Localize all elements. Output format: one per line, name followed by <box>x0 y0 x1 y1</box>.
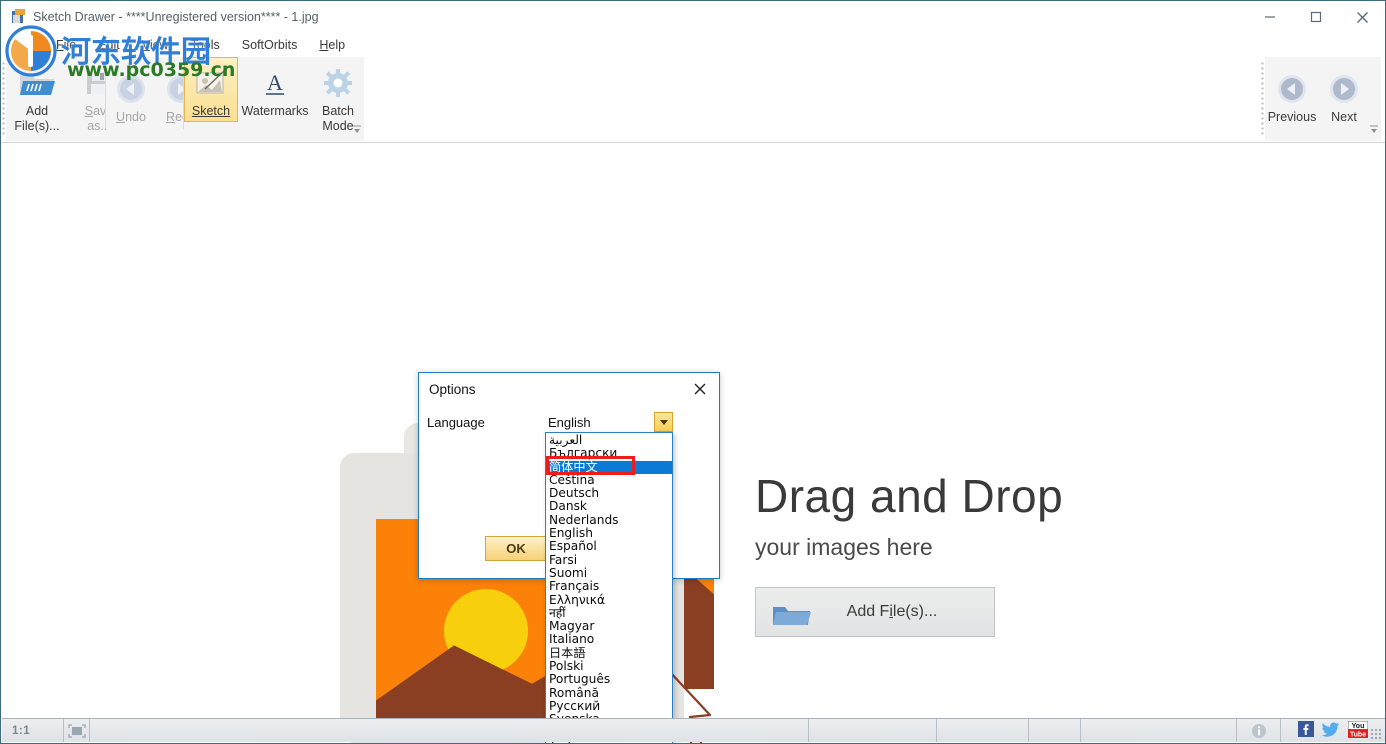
minimize-button[interactable] <box>1247 1 1293 33</box>
language-option[interactable]: Polski <box>546 659 672 673</box>
sketch-pencil-icon <box>194 64 228 102</box>
chevron-down-icon[interactable] <box>654 412 673 432</box>
menu-item-edit[interactable]: Edit <box>87 36 131 54</box>
watermarks-label: Watermarks <box>241 104 309 118</box>
youtube-icon[interactable]: You Tube <box>1347 720 1369 741</box>
previous-button[interactable]: Previous <box>1265 57 1319 128</box>
resize-grip-icon[interactable] <box>1370 728 1382 740</box>
language-option[interactable]: Suomi <box>546 566 672 580</box>
sketch-button[interactable]: Sketch <box>184 57 238 122</box>
gear-icon <box>323 64 353 102</box>
language-option[interactable]: 日本語 <box>546 646 672 660</box>
svg-text:A: A <box>267 70 283 95</box>
dialog-close-icon[interactable] <box>685 376 715 402</box>
zoom-level-label: 1:1 <box>12 724 31 737</box>
close-button[interactable] <box>1339 1 1385 33</box>
language-option[interactable]: English <box>546 526 672 540</box>
status-cell-2 <box>809 719 937 742</box>
batch-mode-label: Batch Mode <box>322 104 354 133</box>
next-arrow-icon <box>1328 70 1360 108</box>
drop-title: Drag and Drop <box>755 470 1064 522</box>
window-controls <box>1247 1 1385 33</box>
ok-button[interactable]: OK <box>485 536 547 561</box>
facebook-icon[interactable] <box>1298 721 1314 740</box>
drop-instructions: Drag and Drop your images here Add File(… <box>755 468 1063 637</box>
svg-text:Tube: Tube <box>1350 731 1366 738</box>
undo-label: Undo <box>116 110 146 124</box>
previous-arrow-icon <box>1276 70 1308 108</box>
sketch-label: Sketch <box>191 104 231 118</box>
ribbon-toolbar: Add File(s)... Save as... Undo R Sketch … <box>1 57 1385 143</box>
language-option[interactable]: Português <box>546 672 672 686</box>
window-title: Sketch Drawer - ****Unregistered version… <box>33 10 319 24</box>
fit-to-window-icon[interactable] <box>64 719 90 742</box>
folder-icon <box>772 604 812 626</box>
app-icon <box>11 9 27 25</box>
open-folder-icon <box>18 64 56 102</box>
text-a-icon: A <box>260 64 290 102</box>
add-files-button[interactable]: Add File(s)... <box>6 57 68 137</box>
ribbon-group-effects: Sketch A Watermarks Batch Mode <box>183 57 364 141</box>
language-option[interactable]: العربية <box>546 433 672 447</box>
status-cell-5 <box>1081 719 1237 742</box>
watermarks-button[interactable]: A Watermarks <box>238 57 312 122</box>
ribbon-expand-icon[interactable] <box>352 123 362 137</box>
status-cell-3 <box>937 719 1029 742</box>
language-label: Language <box>427 415 485 430</box>
language-option[interactable]: Magyar <box>546 619 672 633</box>
menu-item-tools[interactable]: Tools <box>180 36 231 54</box>
language-option[interactable]: Français <box>546 579 672 593</box>
language-option[interactable]: Български <box>546 446 672 460</box>
status-zoom-cell[interactable]: 1:1 <box>2 719 64 742</box>
ribbon-group-navigation: Previous Next <box>1260 57 1381 141</box>
language-option[interactable]: 简体中文 <box>546 460 672 474</box>
twitter-icon[interactable] <box>1321 721 1340 740</box>
language-option[interactable]: Română <box>546 686 672 700</box>
status-message-cell <box>90 719 809 742</box>
language-dropdown-list[interactable]: العربية Български 简体中文 Čeština Deutsch Dansk N… <box>545 432 673 743</box>
status-bar: 1:1 You Tube <box>2 718 1385 742</box>
next-label: Next <box>1331 110 1357 124</box>
menu-item-file[interactable]: FFileile <box>45 36 87 54</box>
language-option[interactable]: Nederlands <box>546 513 672 527</box>
next-button[interactable]: Next <box>1319 57 1369 128</box>
status-cell-4 <box>1029 719 1081 742</box>
menu-item-softorbits[interactable]: SoftOrbits <box>231 36 309 54</box>
maximize-button[interactable] <box>1293 1 1339 33</box>
application-window: Sketch Drawer - ****Unregistered version… <box>0 0 1386 744</box>
add-files-label: Add File(s)... <box>14 104 60 133</box>
language-option[interactable]: Čeština <box>546 473 672 487</box>
info-icon[interactable] <box>1237 719 1281 742</box>
language-option[interactable]: Русский <box>546 699 672 713</box>
language-option[interactable]: Italiano <box>546 633 672 647</box>
add-files-main-button[interactable]: Add File(s)... <box>755 587 995 637</box>
language-option[interactable]: Deutsch <box>546 486 672 500</box>
menu-item-help[interactable]: Help <box>308 36 356 54</box>
language-option[interactable]: Ελληνικά <box>546 593 672 607</box>
nav-expand-icon[interactable] <box>1369 123 1379 137</box>
language-option[interactable]: Farsi <box>546 553 672 567</box>
drop-subtitle: your images here <box>755 534 933 560</box>
undo-arrow-icon <box>115 70 147 108</box>
undo-button[interactable]: Undo <box>106 57 156 128</box>
language-option[interactable]: Español <box>546 539 672 553</box>
svg-text:You: You <box>1352 723 1365 730</box>
menu-item-view[interactable]: View <box>131 36 180 54</box>
previous-label: Previous <box>1267 110 1317 124</box>
image-canvas[interactable]: Drag and Drop your images here Add File(… <box>2 143 1385 743</box>
menu-bar: FFileile Edit View Tools SoftOrbits Help <box>1 34 1385 56</box>
dialog-title: Options <box>429 382 476 397</box>
title-bar: Sketch Drawer - ****Unregistered version… <box>1 1 1385 33</box>
language-option[interactable]: Dansk <box>546 500 672 514</box>
language-option[interactable]: नहीं <box>546 606 672 620</box>
